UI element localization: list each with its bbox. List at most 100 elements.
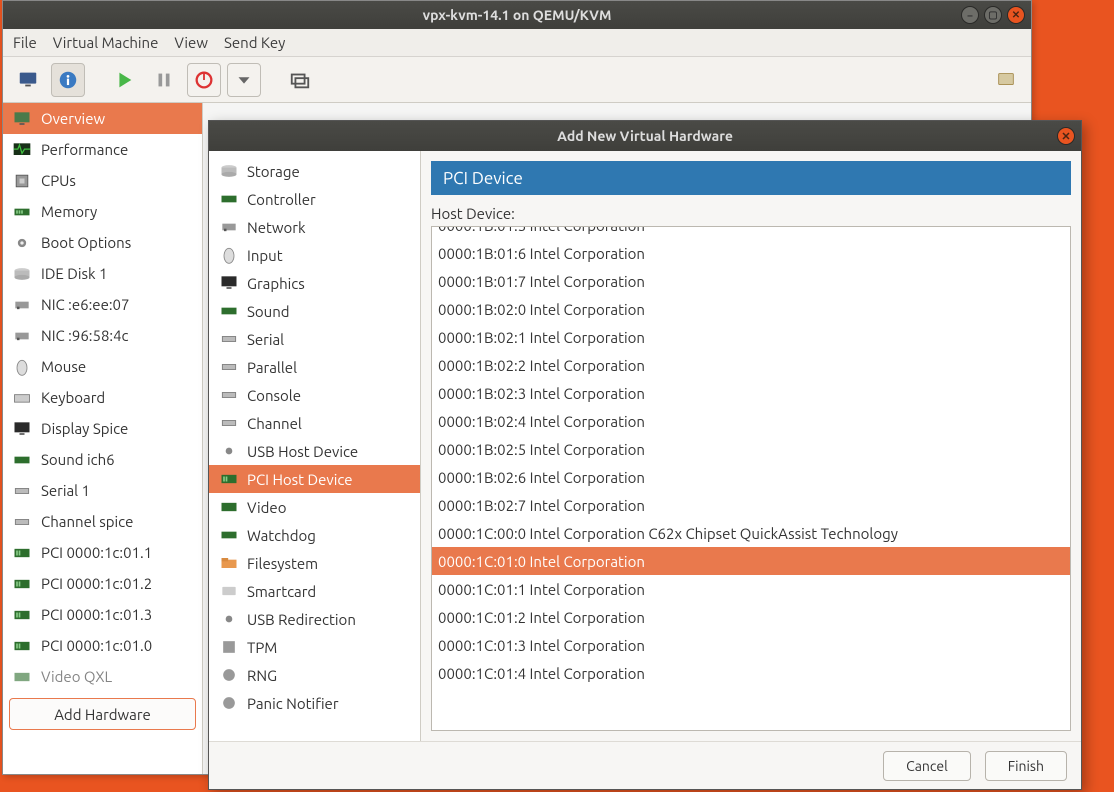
sidebar-item[interactable]: Display Spice [3,413,202,444]
sidebar-item[interactable]: PCI 0000:1c:01.2 [3,568,202,599]
serial-icon [219,357,239,377]
device-row[interactable]: 0000:1B:02:6 Intel Corporation [432,463,1070,491]
power-button[interactable] [187,63,221,97]
hardware-category-item[interactable]: Channel [209,409,420,437]
hardware-category-list: Storage Controller NetworkInputGraphicsSou… [209,151,421,741]
pci-icon [11,542,33,564]
sound-icon [219,301,239,321]
hardware-category-item[interactable]: Smartcard [209,577,420,605]
pause-button[interactable] [147,63,181,97]
device-row[interactable]: 0000:1B:02:7 Intel Corporation [432,491,1070,519]
device-row[interactable]: 0000:1B:01:6 Intel Corporation [432,239,1070,267]
hardware-category-item[interactable]: RNG [209,661,420,689]
sidebar-item[interactable]: Boot Options [3,227,202,258]
menu-vm[interactable]: Virtual Machine [53,34,159,51]
info-icon [57,69,79,91]
device-row[interactable]: 0000:1B:02:5 Intel Corporation [432,435,1070,463]
device-row[interactable]: 0000:1C:01:1 Intel Corporation [432,575,1070,603]
sidebar-item-label: NIC :96:58:4c [41,327,129,344]
hardware-category-item[interactable]: Network [209,213,420,241]
sidebar-item[interactable]: Mouse [3,351,202,382]
serial-icon [219,329,239,349]
device-row[interactable]: 0000:1C:01:0 Intel Corporation [432,547,1070,575]
console-button[interactable] [11,63,45,97]
device-row[interactable]: 0000:1B:01:7 Intel Corporation [432,267,1070,295]
hardware-category-item[interactable]: Graphics [209,269,420,297]
device-row[interactable]: 0000:1B:02:2 Intel Corporation [432,351,1070,379]
device-row[interactable]: 0000:1C:00:0 Intel Corporation C62x Chip… [432,519,1070,547]
hardware-category-item[interactable]: PCI Host Device [209,465,420,493]
host-device-list[interactable]: 0000:1B:01:5 Intel Corporation0000:1B:01… [431,226,1071,731]
sidebar-item[interactable]: PCI 0000:1c:01.3 [3,599,202,630]
sidebar-item[interactable]: Memory [3,196,202,227]
hardware-category-item[interactable]: Storage [209,157,420,185]
cancel-button[interactable]: Cancel [883,751,971,781]
hardware-category-item[interactable]: Controller [209,185,420,213]
dialog-close-button[interactable]: ✕ [1057,127,1075,145]
snapshots-button[interactable] [283,63,317,97]
category-label: Console [247,387,301,404]
sidebar-item-label: Channel spice [41,513,133,530]
menu-sendkey[interactable]: Send Key [224,34,285,51]
hardware-category-item[interactable]: USB Redirection [209,605,420,633]
serial-icon [219,385,239,405]
device-row[interactable]: 0000:1B:02:4 Intel Corporation [432,407,1070,435]
device-row[interactable]: 0000:1C:01:4 Intel Corporation [432,659,1070,687]
menu-file[interactable]: File [13,34,37,51]
close-button[interactable]: ✕ [1007,6,1025,24]
sidebar-item[interactable]: IDE Disk 1 [3,258,202,289]
hardware-category-item[interactable]: Sound [209,297,420,325]
details-button[interactable] [51,63,85,97]
nic-icon [11,325,33,347]
category-label: Storage [247,163,300,180]
panic-icon [219,693,239,713]
sidebar-item-label: NIC :e6:ee:07 [41,296,129,313]
sidebar-item-label: Video QXL [41,668,112,685]
hardware-category-item[interactable]: Watchdog [209,521,420,549]
menu-view[interactable]: View [174,34,208,51]
dialog-form-pane: PCI Device Host Device: 0000:1B:01:5 Int… [421,151,1081,741]
sidebar-item-label: Memory [41,203,97,220]
device-row[interactable]: 0000:1B:02:1 Intel Corporation [432,323,1070,351]
sidebar-item[interactable]: NIC :96:58:4c [3,320,202,351]
device-row[interactable]: 0000:1C:01:3 Intel Corporation [432,631,1070,659]
run-button[interactable] [107,63,141,97]
device-row[interactable]: 0000:1B:02:3 Intel Corporation [432,379,1070,407]
window-title: vpx-kvm-14.1 on QEMU/KVM [423,7,612,23]
hardware-category-item[interactable]: Input [209,241,420,269]
play-icon [113,69,135,91]
sidebar-item[interactable]: Sound ich6 [3,444,202,475]
sidebar-item[interactable]: PCI 0000:1c:01.0 [3,630,202,661]
hardware-category-item[interactable]: Panic Notifier [209,689,420,717]
add-hardware-label: Add Hardware [54,706,151,723]
device-row[interactable]: 0000:1C:01:2 Intel Corporation [432,603,1070,631]
power-menu-button[interactable] [227,63,261,97]
hardware-category-item[interactable]: Video [209,493,420,521]
hardware-category-item[interactable]: Console [209,381,420,409]
sidebar-item[interactable]: PCI 0000:1c:01.1 [3,537,202,568]
sidebar-item[interactable]: Channel spice [3,506,202,537]
minimize-button[interactable]: – [961,6,979,24]
sidebar-item[interactable]: NIC :e6:ee:07 [3,289,202,320]
sidebar-item[interactable]: Performance [3,134,202,165]
sidebar-item[interactable]: CPUs [3,165,202,196]
hardware-category-item[interactable]: TPM [209,633,420,661]
maximize-button[interactable]: ▢ [984,6,1002,24]
controller-icon [219,189,239,209]
fullscreen-button[interactable] [989,63,1023,97]
hardware-category-item[interactable]: Filesystem [209,549,420,577]
add-hardware-button[interactable]: Add Hardware [9,698,196,730]
device-row[interactable]: 0000:1B:01:5 Intel Corporation [432,226,1070,239]
sidebar-item[interactable]: Video QXL [3,661,202,692]
finish-button[interactable]: Finish [985,751,1067,781]
category-label: Controller [247,191,316,208]
serial-icon [219,413,239,433]
hardware-category-item[interactable]: Parallel [209,353,420,381]
sidebar-item[interactable]: Overview [3,103,202,134]
sidebar-item[interactable]: Keyboard [3,382,202,413]
hardware-category-item[interactable]: USB Host Device [209,437,420,465]
hardware-category-item[interactable]: Serial [209,325,420,353]
sidebar-item-label: Keyboard [41,389,105,406]
sidebar-item[interactable]: Serial 1 [3,475,202,506]
device-row[interactable]: 0000:1B:02:0 Intel Corporation [432,295,1070,323]
